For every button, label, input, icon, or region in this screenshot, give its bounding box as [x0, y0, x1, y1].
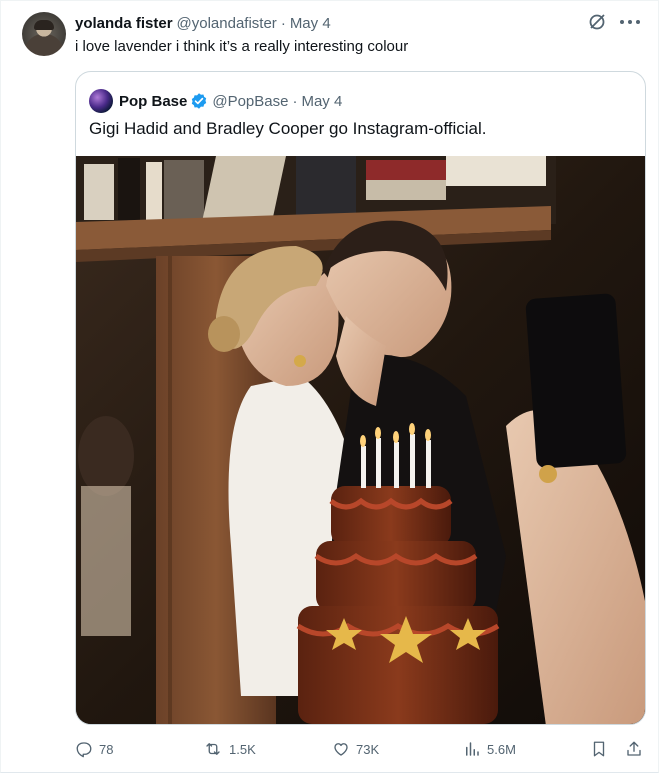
like-button[interactable]: 73K	[332, 737, 379, 761]
separator-dot: ·	[280, 14, 286, 32]
repost-button[interactable]: 1.5K	[203, 737, 256, 761]
separator-dot: ·	[292, 92, 298, 110]
view-count: 5.6M	[487, 741, 516, 757]
views-button[interactable]: 5.6M	[463, 737, 516, 761]
share-button[interactable]	[625, 737, 649, 761]
verified-badge-icon	[192, 93, 207, 109]
quoted-handle: @PopBase	[212, 92, 289, 110]
quoted-avatar	[89, 89, 113, 113]
quoted-photo[interactable]	[76, 156, 645, 724]
quoted-date: May 4	[301, 92, 343, 110]
bookmark-icon	[593, 741, 605, 757]
tweet-date[interactable]: May 4	[290, 15, 331, 32]
like-count: 73K	[356, 741, 380, 757]
reply-count: 78	[99, 741, 114, 757]
tweet-card[interactable]: yolanda fister @yolandafister · May 4 i …	[0, 0, 659, 773]
tweet-text: i love lavender i think it’s a really in…	[75, 38, 409, 55]
reply-button[interactable]: 78	[75, 737, 113, 761]
reply-icon	[76, 742, 92, 758]
grok-icon[interactable]	[588, 13, 606, 31]
views-icon	[466, 742, 479, 756]
quoted-display-name: Pop Base	[119, 92, 188, 110]
user-handle[interactable]: @yolandafister	[177, 15, 277, 32]
avatar[interactable]	[22, 12, 66, 56]
tweet-header: yolanda fister @yolandafister · May 4	[75, 13, 331, 33]
bookmark-button[interactable]	[590, 737, 614, 761]
like-icon	[334, 743, 348, 756]
display-name[interactable]: yolanda fister	[75, 15, 173, 32]
share-icon	[627, 741, 641, 756]
quoted-tweet-text: Gigi Hadid and Bradley Cooper go Instagr…	[89, 119, 487, 138]
tweet-action-bar: 78 1.5K 73K 5.6M	[75, 737, 646, 761]
more-icon[interactable]	[620, 13, 640, 31]
repost-count: 1.5K	[229, 741, 256, 757]
quoted-tweet-header: Pop Base @PopBase · May 4	[89, 89, 342, 113]
quoted-tweet[interactable]: Pop Base @PopBase · May 4 Gigi Hadid and…	[75, 71, 646, 725]
tweet-top-actions	[588, 13, 640, 31]
retweet-icon	[206, 743, 220, 755]
